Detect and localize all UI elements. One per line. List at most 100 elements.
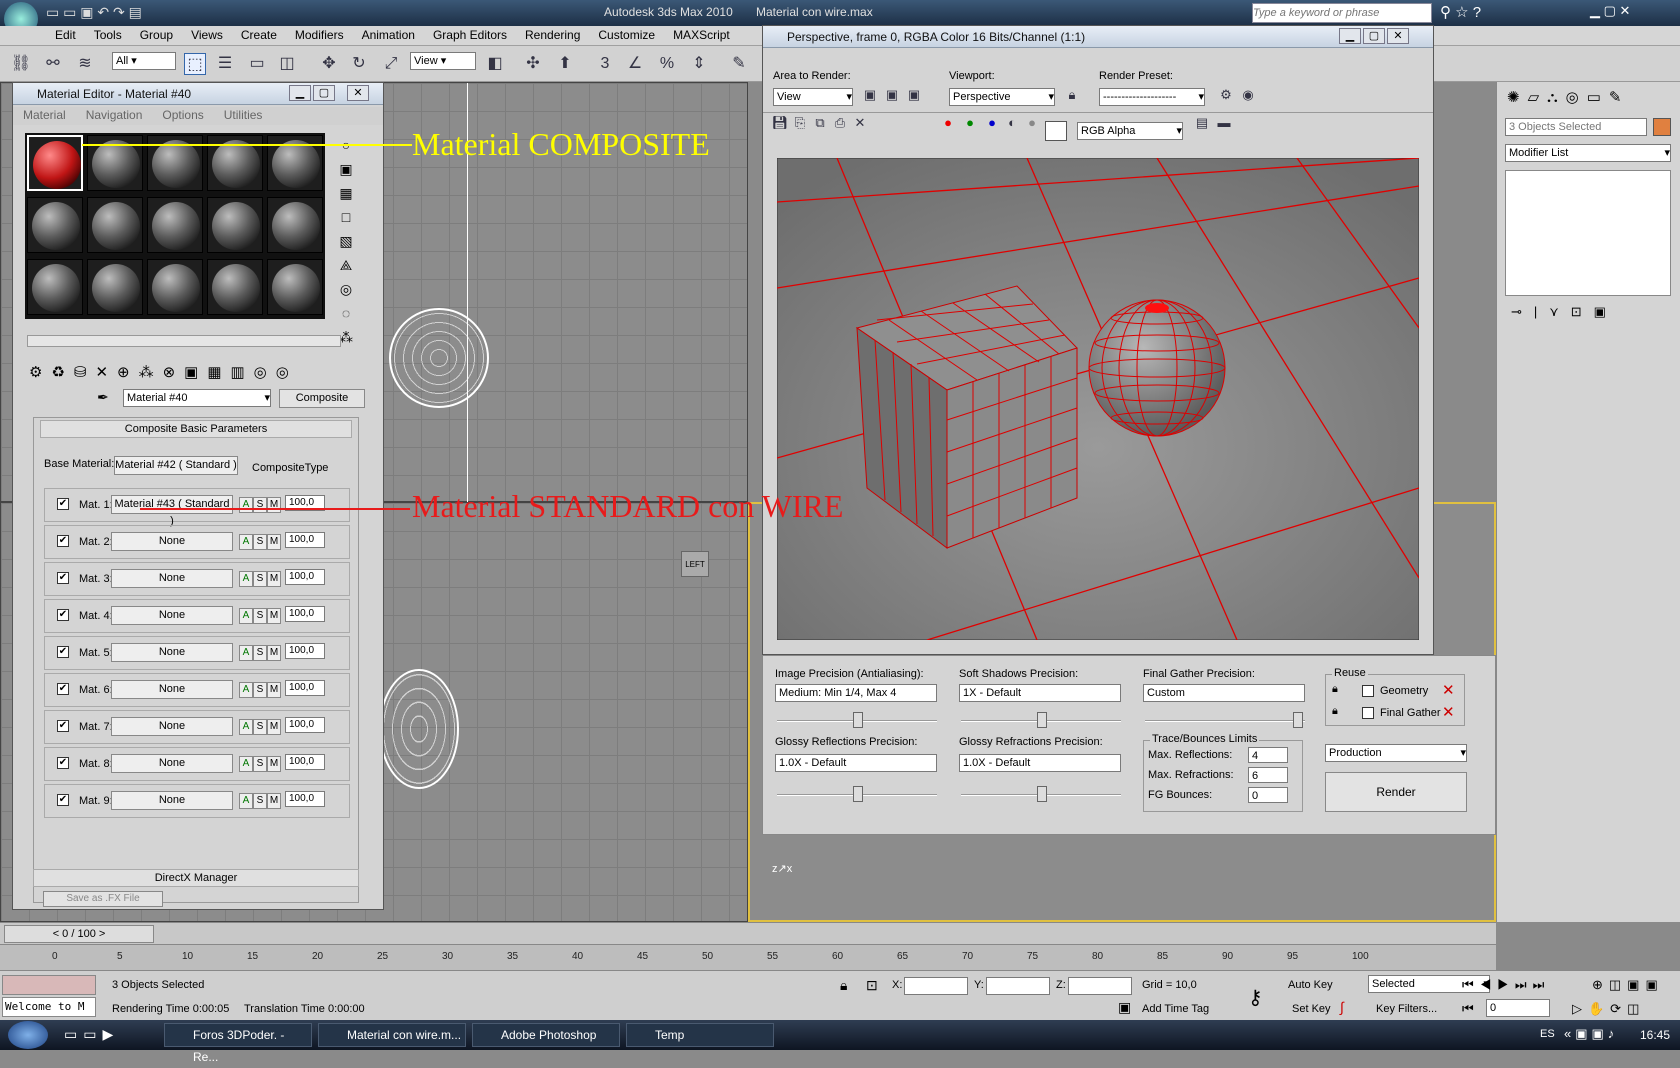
object-name-field[interactable]: 3 Objects Selected [1505, 118, 1647, 136]
mat-amount-spinner[interactable]: 100,0 [285, 606, 325, 622]
image-precision-slider[interactable] [777, 712, 937, 728]
minimize-button[interactable]: ▁ [1339, 28, 1361, 44]
set-key-icon[interactable]: ⚷ [1248, 985, 1263, 1010]
mat-enable-checkbox[interactable]: ✔ [57, 794, 69, 806]
auto-key-button[interactable]: Auto Key [1288, 979, 1333, 991]
me-maximize-button[interactable]: ▢ [313, 85, 335, 101]
subtractive-toggle[interactable]: S [253, 571, 267, 587]
final-gather-field[interactable]: Custom [1143, 684, 1305, 702]
additive-toggle[interactable]: A [239, 608, 253, 624]
move-icon[interactable]: ✥ [318, 53, 340, 75]
copy-image-icon[interactable]: ⎘ [789, 112, 811, 134]
curve-icon[interactable]: ∫ [1340, 999, 1344, 1015]
final-gather-slider[interactable] [1145, 712, 1305, 728]
render-mode-dropdown[interactable]: Production ▾ [1325, 744, 1467, 762]
language-indicator[interactable]: ES [1540, 1028, 1555, 1040]
render-region-icon[interactable]: ▣ [903, 84, 925, 106]
mat-amount-spinner[interactable]: 100,0 [285, 791, 325, 807]
additive-toggle[interactable]: A [239, 682, 253, 698]
material-type-button[interactable]: Composite [279, 389, 365, 408]
sample-slot[interactable] [87, 259, 143, 315]
environment-icon[interactable]: ◉ [1237, 84, 1259, 106]
material-name-field[interactable]: Material #40 ▾ [123, 389, 271, 407]
mat-amount-spinner[interactable]: 100,0 [285, 532, 325, 548]
maxscript-listener-input[interactable] [2, 975, 96, 995]
taskbar-item[interactable]: Foros 3DPoder. - Re... [164, 1023, 312, 1064]
mat-enable-checkbox[interactable]: ✔ [57, 646, 69, 658]
time-tag-icon[interactable]: ▣ [1118, 999, 1131, 1016]
sample-slot[interactable] [267, 197, 323, 253]
glossy-refl-field[interactable]: 1.0X - Default [775, 754, 937, 772]
glossy-refl-slider[interactable] [777, 786, 937, 802]
fg-bounces-spinner[interactable]: 0 [1248, 787, 1288, 803]
mat-slot-button[interactable]: None [111, 717, 233, 736]
mat-amount-spinner[interactable]: 100,0 [285, 717, 325, 733]
sample-slots[interactable] [25, 133, 325, 319]
additive-toggle[interactable]: A [239, 571, 253, 587]
mat-slot-button[interactable]: None [111, 606, 233, 625]
mat-amount-spinner[interactable]: 100,0 [285, 569, 325, 585]
quick-launch-icons[interactable]: ▭▭▶ [64, 1026, 119, 1043]
mix-toggle[interactable]: M [267, 608, 281, 624]
maximize-button[interactable]: ▢ [1363, 28, 1385, 44]
soft-shadows-slider[interactable] [961, 712, 1121, 728]
clone-window-icon[interactable]: ⧉ [809, 112, 831, 134]
geometry-checkbox[interactable] [1362, 685, 1374, 697]
me-close-button[interactable]: ✕ [347, 85, 369, 101]
mat-slot-button[interactable]: None [111, 643, 233, 662]
mat-amount-spinner[interactable]: 100,0 [285, 754, 325, 770]
mat-slot-button[interactable]: None [111, 791, 233, 810]
menu-rendering[interactable]: Rendering [516, 26, 589, 44]
composite-rollout-header[interactable]: Composite Basic Parameters [40, 420, 352, 438]
mix-toggle[interactable]: M [267, 756, 281, 772]
red-channel-icon[interactable]: ● [937, 112, 959, 134]
mat-enable-checkbox[interactable]: ✔ [57, 720, 69, 732]
menu-create[interactable]: Create [232, 26, 286, 44]
pivot-icon[interactable]: ◧ [484, 53, 506, 75]
tray-icons[interactable]: «▣▣♪ [1564, 1026, 1618, 1042]
angle-snap-icon[interactable]: ∠ [624, 53, 646, 75]
percent-snap-icon[interactable]: % [656, 53, 678, 75]
sample-slot[interactable] [87, 197, 143, 253]
menu-maxscript[interactable]: MAXScript [664, 26, 739, 44]
viewcube-left[interactable]: LEFT [681, 551, 709, 577]
subtractive-toggle[interactable]: S [253, 645, 267, 661]
menu-views[interactable]: Views [182, 26, 232, 44]
me-menu-material[interactable]: Material [13, 107, 76, 123]
subtractive-toggle[interactable]: S [253, 793, 267, 809]
taskbar-item[interactable]: Adobe Photoshop [472, 1023, 620, 1047]
slots-scrollbar[interactable] [27, 335, 341, 347]
unlink-icon[interactable]: ⚯ [42, 53, 64, 75]
toggle-ui-overlay-icon[interactable]: ▤ [1191, 112, 1213, 134]
mat-enable-checkbox[interactable]: ✔ [57, 572, 69, 584]
mat-enable-checkbox[interactable]: ✔ [57, 535, 69, 547]
clear-icon[interactable]: ✕ [849, 112, 871, 134]
subtractive-toggle[interactable]: S [253, 756, 267, 772]
spinner-snap-icon[interactable]: ⇕ [688, 53, 710, 75]
alpha-channel-icon[interactable]: ◐ [1001, 112, 1023, 134]
mix-toggle[interactable]: M [267, 719, 281, 735]
additive-toggle[interactable]: A [239, 756, 253, 772]
mix-toggle[interactable]: M [267, 497, 281, 513]
absolute-mode-icon[interactable]: ⊡ [866, 977, 878, 994]
window-crossing-icon[interactable]: ◫ [276, 53, 298, 75]
set-key-button[interactable]: Set Key [1292, 1003, 1331, 1015]
track-bar[interactable]: 0 5 10 15 20 25 30 35 40 45 50 55 60 65 70 75 80 85 90 95 10… [0, 944, 1496, 970]
mono-icon[interactable]: ● [1021, 112, 1043, 134]
playback-controls[interactable]: ⏮◀▶⏭⏭ [1462, 977, 1550, 993]
mat-slot-button[interactable]: None [111, 532, 233, 551]
modifier-list-dropdown[interactable]: Modifier List ▾ [1505, 144, 1671, 162]
additive-toggle[interactable]: A [239, 497, 253, 513]
me-menu-options[interactable]: Options [152, 107, 213, 123]
selection-lock-icon[interactable]: 🔒︎ [840, 977, 847, 994]
mix-toggle[interactable]: M [267, 534, 281, 550]
subtractive-toggle[interactable]: S [253, 719, 267, 735]
menu-graph-editors[interactable]: Graph Editors [424, 26, 516, 44]
y-coordinate-field[interactable] [986, 977, 1050, 995]
save-image-icon[interactable]: 💾︎ [769, 112, 791, 134]
mix-toggle[interactable]: M [267, 793, 281, 809]
ref-coord-dropdown[interactable]: View ▾ [410, 52, 476, 70]
soft-shadows-field[interactable]: 1X - Default [959, 684, 1121, 702]
key-filters-button[interactable]: Key Filters... [1376, 1003, 1437, 1015]
sample-side-tools[interactable]: ○▣▦□▧⟁◎◌⁂ [331, 133, 361, 345]
